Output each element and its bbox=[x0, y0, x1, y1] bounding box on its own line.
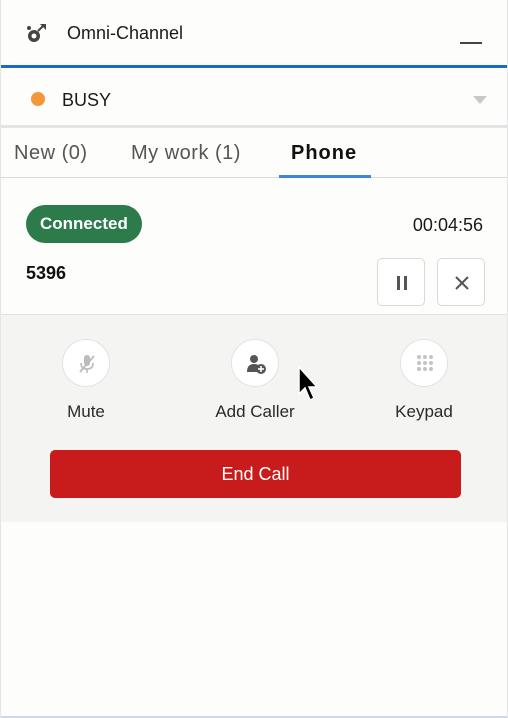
omni-channel-icon bbox=[25, 22, 49, 44]
caller-number: 5396 bbox=[26, 263, 67, 283]
panel-header: Omni-Channel bbox=[1, 0, 507, 68]
minimize-icon[interactable] bbox=[459, 24, 483, 48]
hold-button[interactable] bbox=[377, 258, 425, 306]
status-badge: Connected bbox=[26, 205, 142, 243]
tab-phone[interactable]: Phone bbox=[278, 142, 372, 178]
call-timer: 00:04:56 bbox=[412, 215, 483, 235]
status-indicator bbox=[31, 92, 45, 106]
keypad-button[interactable]: Keypad bbox=[364, 339, 484, 422]
keypad-label: Keypad bbox=[395, 402, 453, 421]
add-caller-button[interactable]: Add Caller bbox=[195, 339, 315, 422]
mute-label: Mute bbox=[67, 402, 105, 421]
tab-bar: New (0) My work (1) Phone bbox=[1, 130, 507, 178]
keypad-icon[interactable] bbox=[400, 339, 448, 387]
add-caller-icon[interactable] bbox=[231, 339, 279, 387]
end-call-button[interactable]: End Call bbox=[50, 450, 461, 498]
tab-my-work[interactable]: My work (1) bbox=[131, 142, 241, 178]
call-actions: Mute Add Caller Keypad End Call bbox=[1, 315, 507, 522]
mouse-cursor-icon bbox=[298, 366, 319, 402]
panel-title: Omni-Channel bbox=[67, 23, 184, 43]
status-label: BUSY bbox=[62, 90, 112, 110]
omni-channel-panel: Omni-Channel BUSY New (0) My work (1) Ph… bbox=[0, 0, 508, 718]
active-call-card: Connected 00:04:56 5396 bbox=[1, 179, 507, 315]
presence-status-dropdown[interactable]: BUSY bbox=[1, 68, 507, 128]
close-icon bbox=[455, 276, 469, 290]
mute-microphone-icon[interactable] bbox=[62, 339, 110, 387]
pause-icon bbox=[397, 276, 407, 290]
mute-button[interactable]: Mute bbox=[26, 339, 146, 422]
add-caller-label: Add Caller bbox=[215, 402, 295, 421]
tab-new[interactable]: New (0) bbox=[14, 142, 88, 178]
close-call-button[interactable] bbox=[437, 258, 485, 306]
chevron-down-icon[interactable] bbox=[473, 96, 487, 104]
